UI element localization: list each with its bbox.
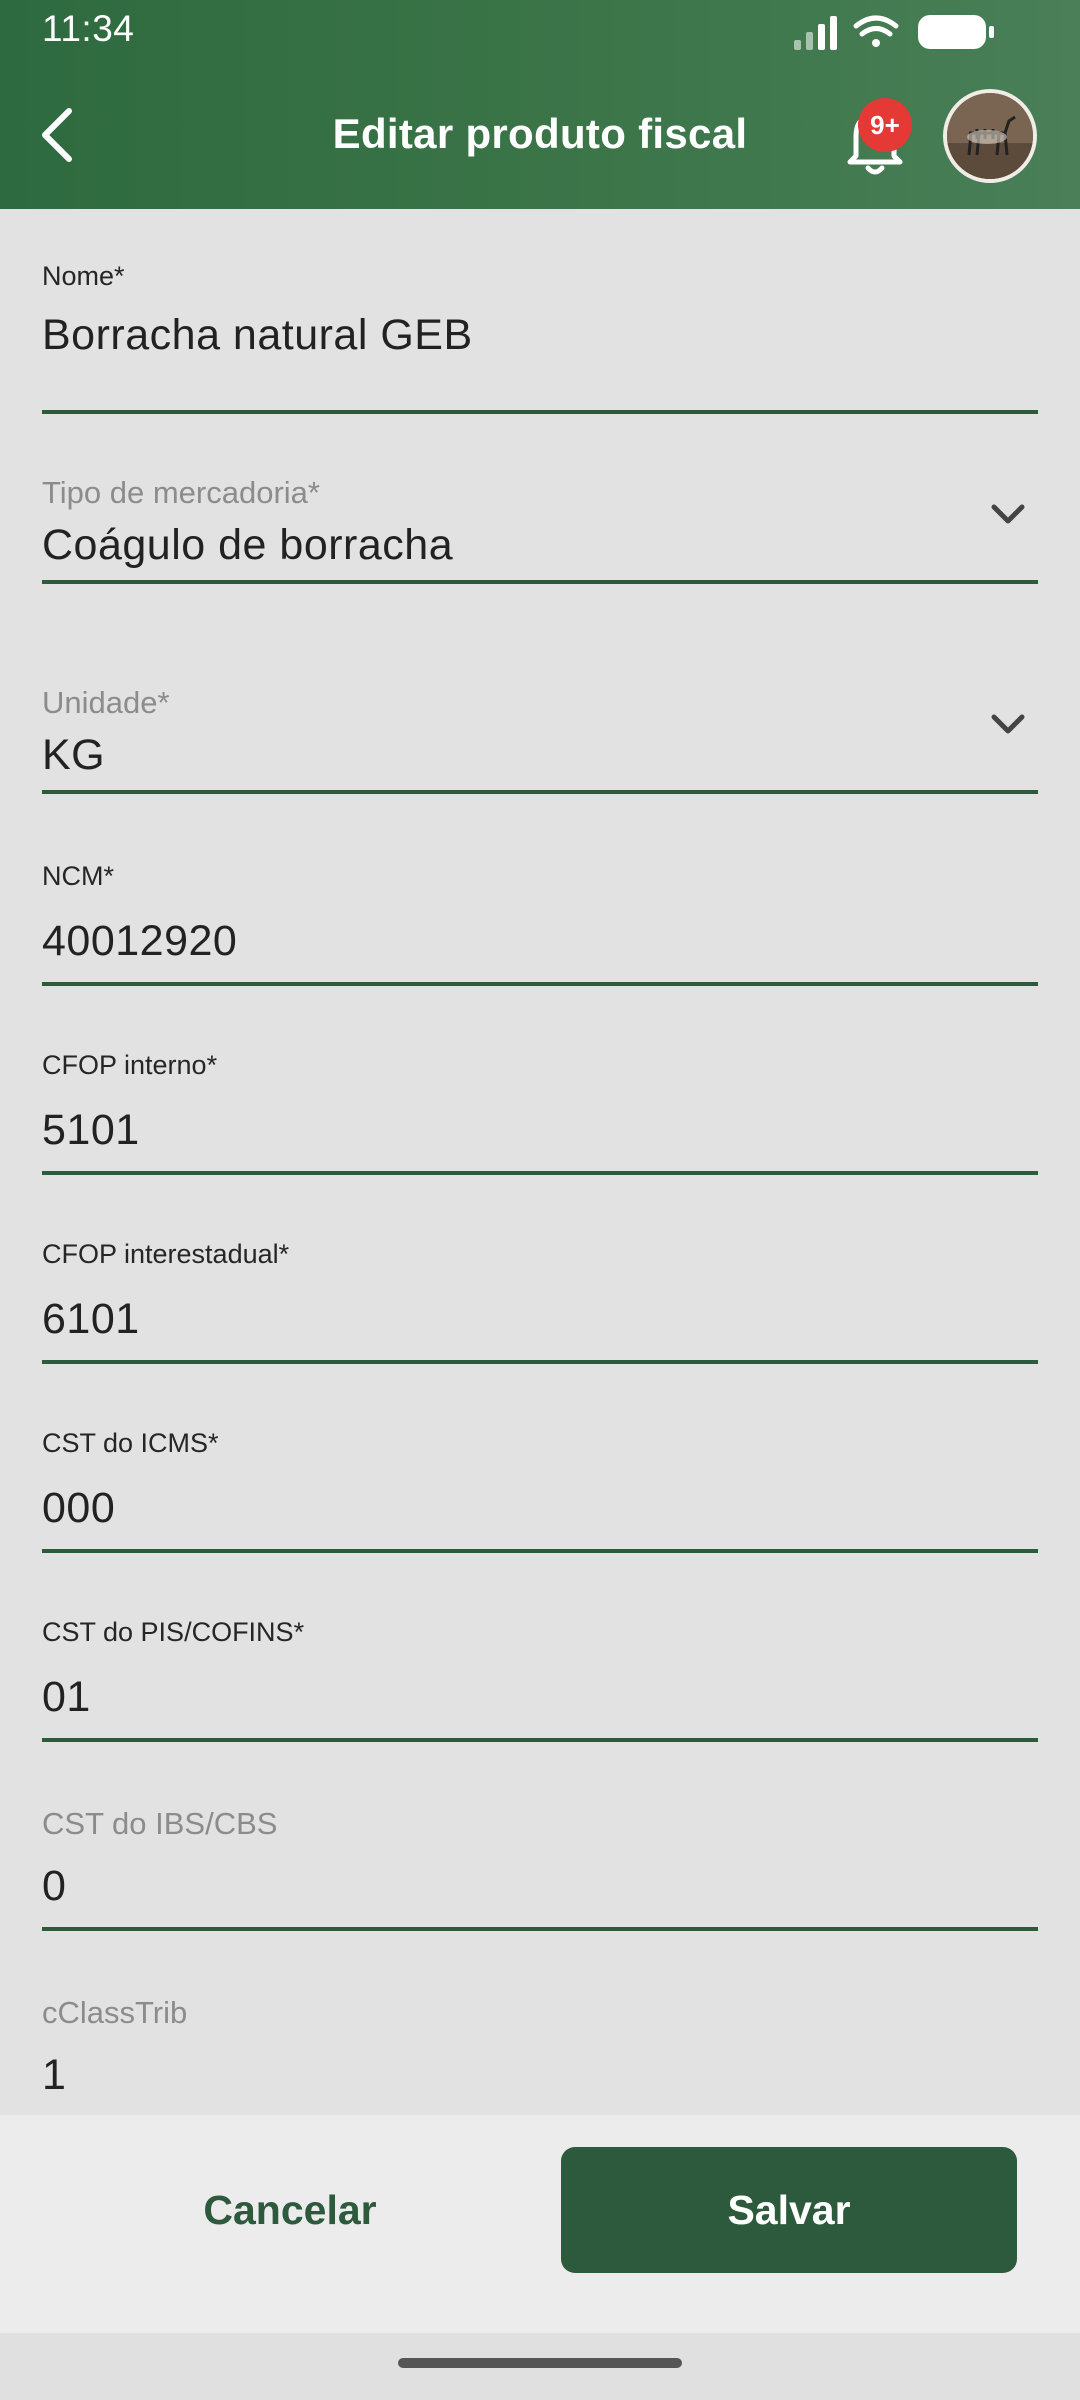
- cst-pis-cofins-value[interactable]: 01: [42, 1673, 91, 1722]
- cfop-interestadual-label: CFOP interestadual*: [42, 1239, 290, 1269]
- cst-pis-cofins-field[interactable]: CST do PIS/COFINS* 01: [42, 1605, 1038, 1745]
- wifi-icon: [853, 15, 899, 47]
- cfop-interno-field[interactable]: CFOP interno* 5101: [42, 1038, 1038, 1178]
- unidade-underline: [42, 790, 1038, 794]
- chevron-down-icon[interactable]: [988, 709, 1028, 739]
- ncm-value[interactable]: 40012920: [42, 917, 237, 966]
- cfop-interestadual-underline: [42, 1360, 1038, 1364]
- cfop-interestadual-field[interactable]: CFOP interestadual* 6101: [42, 1227, 1038, 1367]
- cfop-interno-underline: [42, 1171, 1038, 1175]
- battery-icon: [918, 15, 994, 49]
- cst-pis-cofins-underline: [42, 1738, 1038, 1742]
- unidade-label: Unidade*: [42, 685, 170, 720]
- cst-icms-underline: [42, 1549, 1038, 1553]
- cancel-button[interactable]: Cancelar: [90, 2147, 490, 2273]
- product-form: Nome* Borracha natural GEB Tipo de merca…: [0, 209, 1080, 2115]
- zebra-avatar-icon: [947, 93, 1033, 179]
- cst-icms-field[interactable]: CST do ICMS* 000: [42, 1416, 1038, 1556]
- ncm-field[interactable]: NCM* 40012920: [42, 849, 1038, 989]
- tipo-mercadoria-select[interactable]: Tipo de mercadoria* Coágulo de borracha: [42, 459, 1038, 599]
- status-time: 11:34: [42, 8, 135, 49]
- back-button[interactable]: [22, 95, 92, 175]
- cclasstrib-label: cClassTrib: [42, 1995, 188, 2030]
- page-title: Editar produto fiscal: [332, 110, 748, 157]
- cst-ibs-cbs-field[interactable]: CST do IBS/CBS 0: [42, 1794, 1038, 1934]
- nome-value[interactable]: Borracha natural GEB: [42, 311, 473, 360]
- nome-underline: [42, 410, 1038, 414]
- ncm-underline: [42, 982, 1038, 986]
- notification-badge: 9+: [858, 98, 912, 152]
- signal-icon: [794, 16, 837, 50]
- action-bar: Cancelar Salvar: [0, 2115, 1080, 2333]
- cst-pis-cofins-label: CST do PIS/COFINS*: [42, 1617, 305, 1647]
- tipo-mercadoria-label: Tipo de mercadoria*: [42, 475, 320, 510]
- chevron-left-icon: [42, 108, 72, 162]
- nome-label: Nome*: [42, 261, 125, 291]
- cfop-interno-label: CFOP interno*: [42, 1050, 218, 1080]
- cclasstrib-field[interactable]: cClassTrib 1: [42, 1983, 1038, 2115]
- system-nav-bar: [0, 2333, 1080, 2400]
- save-button[interactable]: Salvar: [561, 2147, 1017, 2273]
- avatar[interactable]: [943, 89, 1037, 183]
- cst-ibs-cbs-label: CST do IBS/CBS: [42, 1806, 278, 1841]
- tipo-mercadoria-underline: [42, 580, 1038, 584]
- cst-ibs-cbs-value[interactable]: 0: [42, 1862, 66, 1911]
- nome-field[interactable]: Nome* Borracha natural GEB: [42, 249, 1038, 414]
- cst-icms-value[interactable]: 000: [42, 1484, 115, 1533]
- cclasstrib-value[interactable]: 1: [42, 2051, 66, 2100]
- chevron-down-icon[interactable]: [988, 499, 1028, 529]
- cst-ibs-cbs-underline: [42, 1927, 1038, 1931]
- home-indicator[interactable]: [398, 2358, 682, 2368]
- unidade-select[interactable]: Unidade* KG: [42, 669, 1038, 809]
- cfop-interestadual-value[interactable]: 6101: [42, 1295, 140, 1344]
- cfop-interno-value[interactable]: 5101: [42, 1106, 140, 1155]
- ncm-label: NCM*: [42, 861, 114, 891]
- status-bar: 11:34: [0, 0, 1080, 62]
- app-header: 11:34 Editar produto fiscal 9+: [0, 0, 1080, 209]
- cst-icms-label: CST do ICMS*: [42, 1428, 219, 1458]
- tipo-mercadoria-value[interactable]: Coágulo de borracha: [42, 521, 453, 570]
- unidade-value[interactable]: KG: [42, 731, 105, 780]
- status-icons: [794, 15, 994, 50]
